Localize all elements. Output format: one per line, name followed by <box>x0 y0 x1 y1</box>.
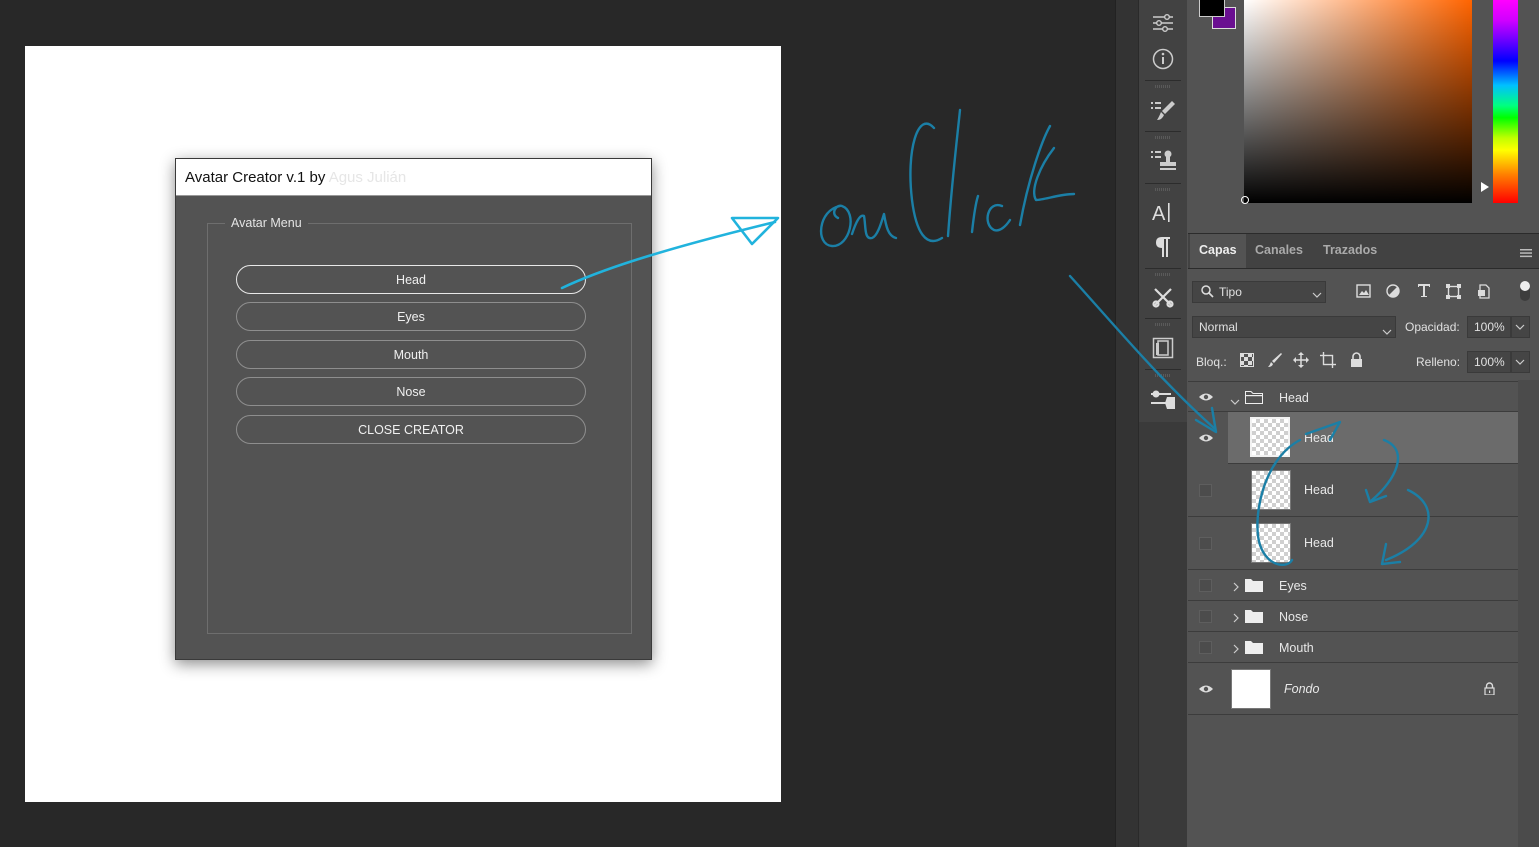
handwritten-annotation <box>560 108 1430 567</box>
